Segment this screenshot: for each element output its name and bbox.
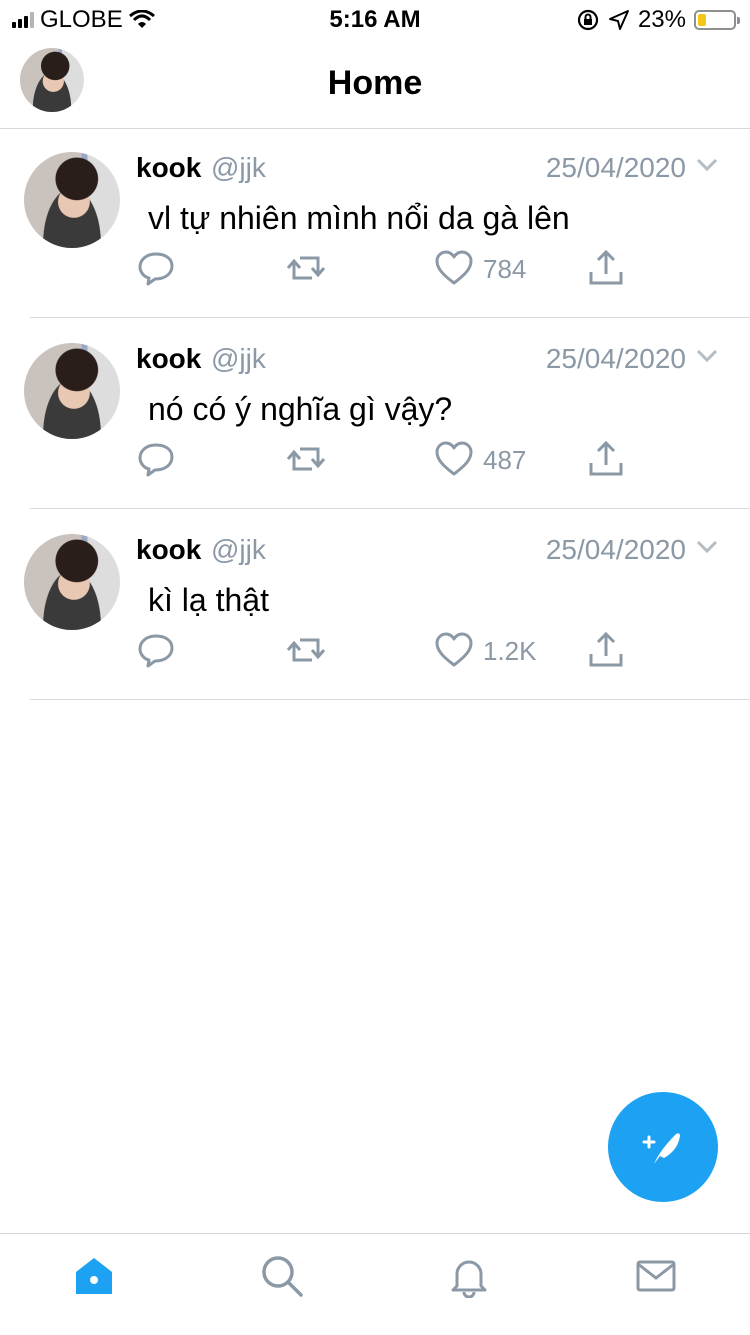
tweet-avatar[interactable] xyxy=(24,343,120,439)
retweet-icon[interactable] xyxy=(286,248,326,288)
tweet-avatar[interactable] xyxy=(24,152,120,248)
search-icon[interactable] xyxy=(260,1254,304,1298)
like-count: 1.2K xyxy=(483,636,537,666)
tweet-text: vl tự nhiên mình nổi da gà lên xyxy=(148,200,570,236)
tweet-avatar[interactable] xyxy=(24,534,120,630)
chevron-down-icon[interactable] xyxy=(696,540,718,554)
tweet-author-name[interactable]: kook xyxy=(136,343,201,375)
battery-fill xyxy=(698,14,706,26)
retweet-icon[interactable] xyxy=(286,439,326,479)
tweet-text: kì lạ thật xyxy=(148,582,269,618)
tweet-date: 25/04/2020 xyxy=(545,534,686,565)
share-icon[interactable] xyxy=(586,248,626,288)
like-count: 784 xyxy=(483,254,527,284)
orientation-lock-icon xyxy=(577,9,599,31)
notifications-icon[interactable] xyxy=(447,1254,491,1298)
tweet-divider xyxy=(30,508,750,509)
tweet-author-handle[interactable]: @jjk xyxy=(211,534,266,566)
location-icon xyxy=(608,10,629,30)
tweet-date: 25/04/2020 xyxy=(545,152,686,183)
tweet-author-handle[interactable]: @jjk xyxy=(211,343,266,375)
tweet[interactable]: kook @jjk 25/04/2020 vl tự nhiên mình nổi d… xyxy=(0,128,750,318)
battery-percent: 23% xyxy=(637,6,686,33)
tweet-author-name[interactable]: kook xyxy=(136,534,201,566)
tweet-actions: 784 xyxy=(0,244,750,292)
tweet-divider xyxy=(30,317,750,318)
like-icon[interactable] xyxy=(434,630,474,670)
chevron-down-icon[interactable] xyxy=(696,158,718,172)
status-bar: GLOBE 5:16 AM 23% xyxy=(0,0,750,40)
reply-icon[interactable] xyxy=(136,248,176,288)
bottom-tab-bar xyxy=(0,1233,750,1335)
tweet-divider xyxy=(30,699,750,700)
compose-tweet-button[interactable] xyxy=(608,1092,718,1202)
top-header: Home xyxy=(0,40,750,129)
tweet-actions: 1.2K xyxy=(0,626,750,674)
page-title: Home xyxy=(327,64,423,102)
tweet-actions: 487 xyxy=(0,435,750,483)
compose-feather-icon xyxy=(642,1133,680,1164)
messages-icon[interactable] xyxy=(634,1254,678,1298)
share-icon[interactable] xyxy=(586,439,626,479)
tweet-text: nó có ý nghĩa gì vậy? xyxy=(148,391,453,427)
reply-icon[interactable] xyxy=(136,630,176,670)
tweet[interactable]: kook @jjk 25/04/2020 kì lạ thật 1.2K xyxy=(0,510,750,700)
retweet-icon[interactable] xyxy=(286,630,326,670)
tweet[interactable]: kook @jjk 25/04/2020 nó có ý nghĩa gì vậy? 4… xyxy=(0,319,750,509)
tweet-author-name[interactable]: kook xyxy=(136,152,201,184)
share-icon[interactable] xyxy=(586,630,626,670)
home-icon[interactable] xyxy=(72,1254,116,1298)
reply-icon[interactable] xyxy=(136,439,176,479)
battery-icon xyxy=(694,10,740,30)
status-right: 23% xyxy=(576,6,740,34)
tweet-author-handle[interactable]: @jjk xyxy=(211,152,266,184)
like-icon[interactable] xyxy=(434,248,474,288)
chevron-down-icon[interactable] xyxy=(696,349,718,363)
like-count: 487 xyxy=(483,445,527,475)
like-icon[interactable] xyxy=(434,439,474,479)
tweet-date: 25/04/2020 xyxy=(545,343,686,374)
